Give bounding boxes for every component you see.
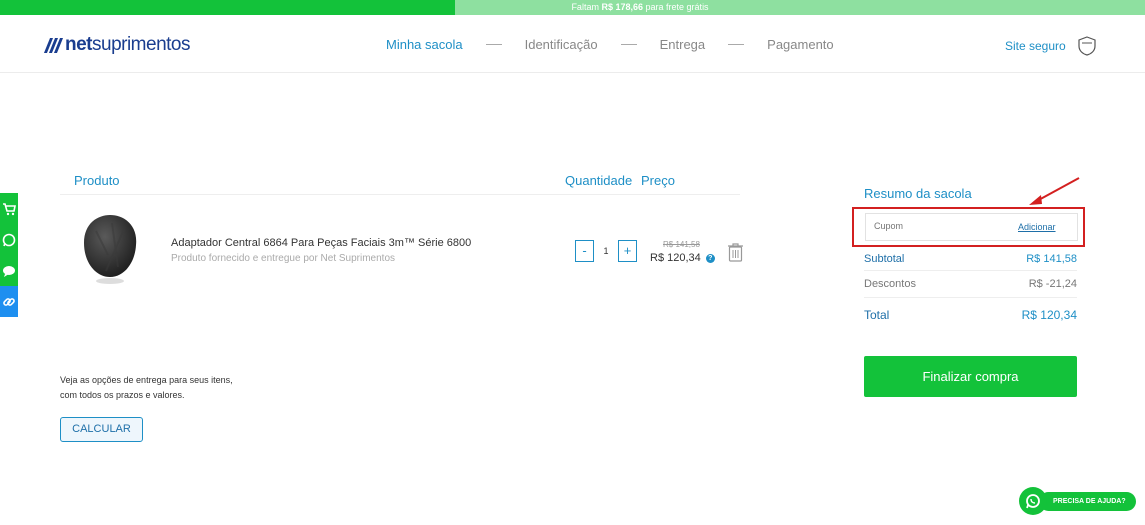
price-value: R$ 120,34 [650, 252, 701, 264]
chat-side-button[interactable] [0, 255, 18, 286]
total-row: Total R$ 120,34 [864, 308, 1077, 322]
logo-text: suprimentos [92, 34, 191, 55]
total-value: R$ 120,34 [1021, 308, 1077, 322]
subtotal-value: R$ 141,58 [1026, 253, 1077, 265]
remove-item-button[interactable] [727, 242, 744, 267]
link-side-button[interactable] [0, 286, 18, 317]
free-shipping-suffix: para frete grátis [645, 2, 709, 12]
cart-side-button[interactable] [0, 193, 18, 224]
logo-mark-icon [43, 37, 64, 53]
step-separator [728, 44, 745, 45]
product-table-header: Produto Quantidade Preço [60, 165, 740, 195]
subtotal-label: Subtotal [864, 253, 905, 265]
chat-icon [3, 265, 15, 277]
old-price: R$ 141,58 [663, 240, 700, 249]
whatsapp-icon [1019, 487, 1047, 515]
column-quantity: Quantidade [565, 173, 633, 188]
quantity-stepper: - 1 + [575, 240, 637, 262]
step-minha-sacola[interactable]: Minha sacola [386, 37, 463, 52]
quantity-value: 1 [603, 246, 609, 256]
product-name[interactable]: Adaptador Central 6864 Para Peças Faciai… [171, 237, 471, 249]
free-shipping-text: Faltam R$ 178,66 para frete grátis [455, 0, 825, 15]
total-label: Total [864, 308, 890, 322]
divider [864, 297, 1077, 298]
side-buttons [0, 193, 18, 317]
summary-title: Resumo da sacola [864, 186, 972, 201]
column-price: Preço [641, 173, 675, 188]
shipping-info-line1: Veja as opções de entrega para seus iten… [60, 375, 233, 385]
annotation-arrow [1029, 177, 1080, 205]
free-shipping-amount: R$ 178,66 [601, 2, 644, 12]
column-product: Produto [74, 173, 120, 188]
increase-quantity-button[interactable]: + [618, 240, 637, 262]
secure-site: Site seguro [1005, 36, 1096, 56]
discount-label: Descontos [864, 278, 916, 290]
finish-purchase-button[interactable]: Finalizar compra [864, 356, 1077, 397]
link-icon [3, 297, 15, 306]
step-entrega: Entrega [659, 37, 706, 52]
step-separator [620, 44, 637, 45]
whatsapp-icon [2, 233, 16, 246]
step-identificacao: Identificação [524, 37, 598, 52]
free-shipping-progress [0, 0, 455, 15]
decrease-quantity-button[interactable]: - [575, 240, 594, 262]
product-image[interactable] [78, 211, 142, 287]
secure-site-label: Site seguro [1005, 39, 1066, 53]
price: R$ 120,34 ? [650, 252, 715, 264]
coupon-input[interactable] [874, 221, 994, 231]
discount-value: R$ -21,24 [1028, 278, 1077, 290]
divider [864, 270, 1077, 271]
trash-icon [728, 243, 743, 262]
step-separator [485, 44, 502, 45]
discount-row: Descontos R$ -21,24 [864, 278, 1077, 290]
calculate-shipping-button[interactable]: CALCULAR [60, 417, 143, 442]
whatsapp-side-button[interactable] [0, 224, 18, 255]
shipping-info: Veja as opções de entrega para seus iten… [60, 373, 260, 403]
add-coupon-link[interactable]: Adicionar [1018, 222, 1056, 232]
step-pagamento: Pagamento [767, 37, 834, 52]
shipping-info-line2: com todos os prazos e valores. [60, 390, 185, 400]
free-shipping-bar: Faltam R$ 178,66 para frete grátis [0, 0, 1145, 15]
cart-icon [3, 202, 16, 215]
product-seller: Produto fornecido e entregue por Net Sup… [171, 253, 396, 264]
coupon-field: Adicionar [865, 213, 1078, 241]
help-widget[interactable]: PRECISA DE AJUDA? [1019, 487, 1136, 515]
help-label: PRECISA DE AJUDA? [1039, 491, 1136, 511]
coupon-highlight: Adicionar [852, 207, 1085, 247]
free-shipping-prefix: Faltam [571, 2, 599, 12]
checkout-header: net suprimentos Minha sacola Identificaç… [0, 15, 1145, 73]
shield-icon [1078, 36, 1096, 56]
subtotal-row: Subtotal R$ 141,58 [864, 253, 1077, 265]
price-info-icon[interactable]: ? [705, 253, 715, 263]
checkout-steps: Minha sacola Identificação Entrega Pagam… [386, 37, 834, 52]
logo[interactable]: net suprimentos [43, 33, 191, 57]
logo-text-bold: net [65, 34, 93, 55]
